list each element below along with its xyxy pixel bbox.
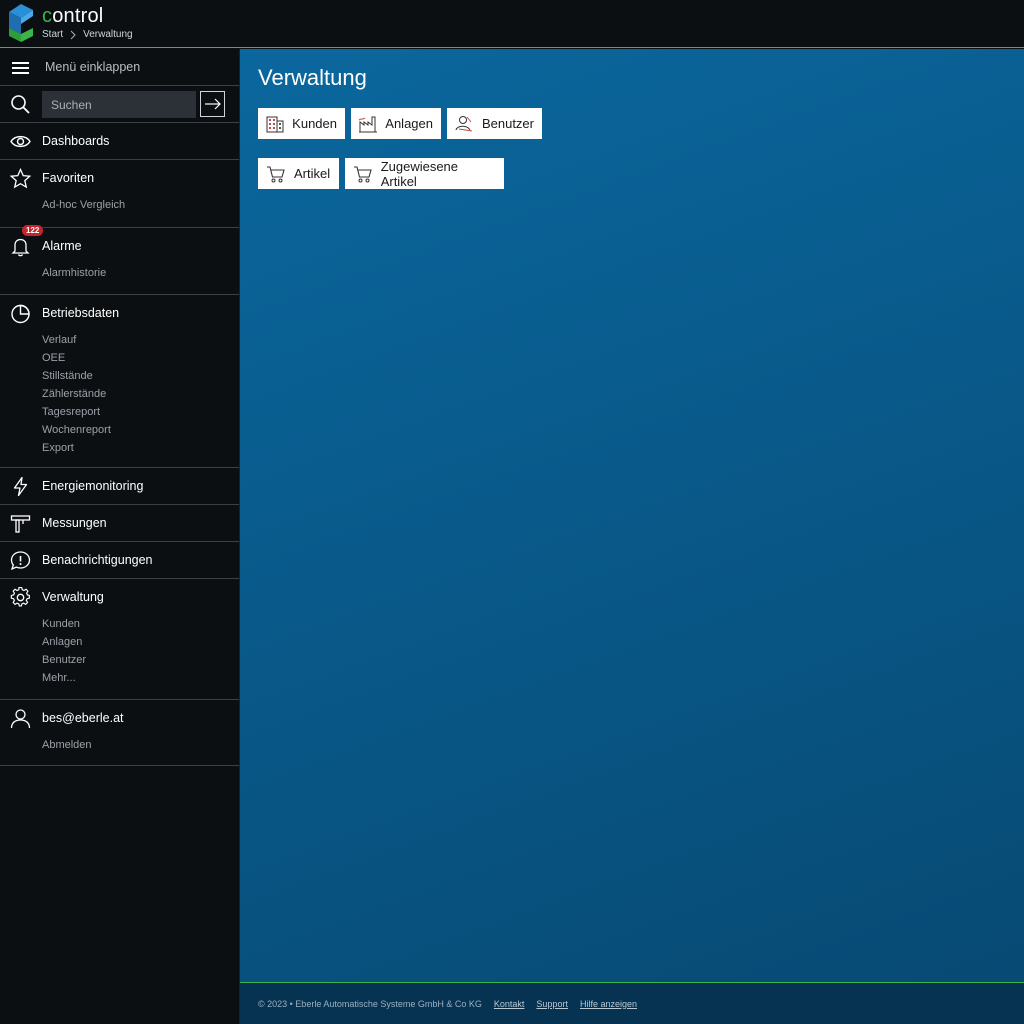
footer-link-hilfe[interactable]: Hilfe anzeigen: [580, 999, 637, 1009]
sidebar-subitem[interactable]: Kunden: [42, 615, 239, 633]
tile-label: Zugewiesene Artikel: [380, 158, 459, 189]
sidebar-subitem[interactable]: Ad-hoc Vergleich: [42, 196, 239, 214]
tile-benutzer[interactable]: Benutzer: [447, 108, 542, 139]
sidebar-section-verwaltung: Verwaltung Kunden Anlagen Benutzer Mehr.…: [0, 579, 239, 700]
sidebar-section-benachrichtigungen[interactable]: Benachrichtigungen: [0, 542, 239, 579]
tile-anlagen[interactable]: Anlagen: [351, 108, 441, 139]
search-input[interactable]: [42, 91, 196, 118]
app-title: control: [42, 5, 104, 27]
sidebar-subitem[interactable]: Wochenreport: [42, 421, 239, 439]
factory-icon: [351, 108, 385, 139]
main-content: Verwaltung Kunden Anlagen Benutzer Artik…: [240, 49, 1024, 982]
sidebar-item-alarme[interactable]: Alarme: [42, 239, 82, 253]
users-icon: [447, 108, 482, 139]
breadcrumb-start[interactable]: Start: [42, 29, 63, 40]
tile-label: Artikel: [294, 166, 331, 181]
copyright-text: © 2023 • Eberle Automatische Systeme Gmb…: [258, 998, 482, 1009]
sidebar-section-betriebsdaten: Betriebsdaten Verlauf OEE Stillstände Zä…: [0, 295, 239, 468]
tile-label: Anlagen: [385, 116, 433, 131]
sidebar-subitem[interactable]: Stillstände: [42, 367, 239, 385]
sidebar-section-messungen[interactable]: Messungen: [0, 505, 239, 542]
building-icon: [258, 108, 292, 139]
sidebar-section-user: bes@eberle.at Abmelden: [0, 700, 239, 766]
search-icon[interactable]: [10, 94, 31, 115]
sidebar-subitem[interactable]: Alarmhistorie: [42, 264, 239, 282]
sidebar: Menü einklappen Dashboards Favoriten Ad-…: [0, 49, 240, 1024]
bell-icon: [10, 236, 31, 257]
gear-icon: [10, 586, 31, 608]
arrow-right-icon: [204, 98, 221, 110]
tile-label: Benutzer: [481, 116, 534, 131]
sidebar-section-favoriten: Favoriten Ad-hoc Vergleich: [0, 160, 239, 228]
pie-chart-icon: [10, 303, 31, 324]
sidebar-item-betriebsdaten[interactable]: Betriebsdaten: [42, 306, 119, 320]
breadcrumb: Start Verwaltung: [42, 29, 133, 40]
page-title: Verwaltung: [258, 65, 367, 90]
sidebar-subitem[interactable]: Anlagen: [42, 633, 239, 651]
sidebar-section-alarme: 122 Alarme Alarmhistorie: [0, 225, 239, 295]
cart-icon: [258, 158, 294, 189]
sidebar-subitem[interactable]: Mehr...: [42, 669, 239, 687]
sidebar-item-messungen[interactable]: Messungen: [42, 516, 107, 530]
sidebar-section-energiemonitoring[interactable]: Energiemonitoring: [0, 468, 239, 505]
star-icon: [9, 167, 32, 189]
tile-zugewiesene-artikel[interactable]: Zugewiesene Artikel: [345, 158, 504, 189]
sidebar-item-favoriten[interactable]: Favoriten: [42, 171, 94, 185]
caliper-icon: [10, 513, 31, 534]
user-icon: [10, 708, 31, 729]
breadcrumb-verwaltung[interactable]: Verwaltung: [83, 29, 132, 40]
search-submit-button[interactable]: [200, 91, 225, 117]
sidebar-item-energiemonitoring[interactable]: Energiemonitoring: [42, 479, 143, 493]
hamburger-icon: [10, 57, 31, 78]
sidebar-section-dashboards[interactable]: Dashboards: [0, 123, 239, 160]
tile-kunden[interactable]: Kunden: [258, 108, 345, 139]
sidebar-subitem[interactable]: OEE: [42, 349, 239, 367]
eye-icon: [10, 131, 31, 152]
cart-icon: [345, 158, 381, 189]
sidebar-subitem[interactable]: Benutzer: [42, 651, 239, 669]
sidebar-item-user[interactable]: bes@eberle.at: [42, 711, 124, 725]
collapse-menu-label: Menü einklappen: [45, 60, 141, 74]
logout-link[interactable]: Abmelden: [42, 736, 239, 754]
alarm-count-badge: 122: [22, 225, 44, 236]
alert-bubble-icon: [10, 550, 31, 571]
collapse-menu[interactable]: Menü einklappen: [0, 49, 239, 86]
app-logo[interactable]: [9, 4, 33, 44]
lightning-icon: [10, 476, 31, 497]
sidebar-subitem[interactable]: Verlauf: [42, 331, 239, 349]
sidebar-item-benachrichtigungen[interactable]: Benachrichtigungen: [42, 553, 153, 567]
sidebar-subitem[interactable]: Zählerstände: [42, 385, 239, 403]
tile-label: Kunden: [292, 116, 337, 131]
sidebar-subitem[interactable]: Export: [42, 439, 239, 457]
sidebar-item-verwaltung[interactable]: Verwaltung: [42, 590, 104, 604]
tile-artikel[interactable]: Artikel: [258, 158, 339, 189]
footer-link-support[interactable]: Support: [536, 999, 568, 1009]
sidebar-subitem[interactable]: Tagesreport: [42, 403, 239, 421]
footer-link-kontakt[interactable]: Kontakt: [494, 999, 525, 1009]
chevron-right-icon: [70, 30, 76, 39]
top-bar: control Start Verwaltung: [0, 0, 1024, 48]
footer: © 2023 • Eberle Automatische Systeme Gmb…: [240, 982, 1024, 1024]
sidebar-item-dashboards[interactable]: Dashboards: [42, 134, 109, 148]
search-bar: [0, 86, 239, 123]
